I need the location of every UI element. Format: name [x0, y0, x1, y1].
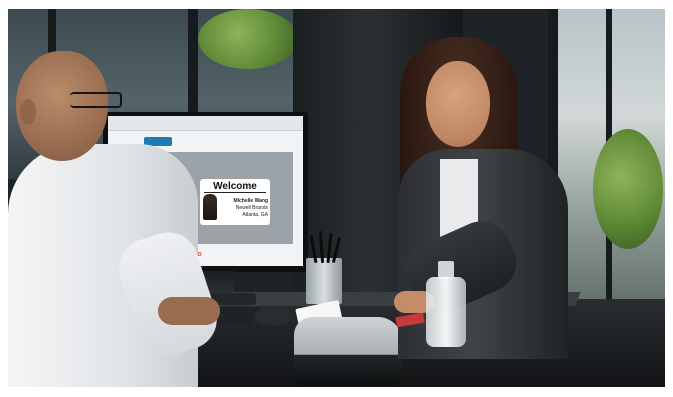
background-foliage [198, 9, 298, 69]
pen-cup [306, 258, 342, 304]
label-title: Welcome [213, 181, 257, 192]
badge-photo [203, 194, 217, 220]
hand-sanitizer-bottle [426, 277, 466, 347]
man-ear [20, 99, 36, 125]
label-company: Newell Brands [235, 205, 268, 211]
name-badge-label: Welcome Michelle Wang Newell Brands Atla… [200, 179, 270, 225]
photo-scene: Welcome Michelle Wang Newell Brands Atla… [8, 9, 665, 387]
software-toolbar [108, 116, 303, 131]
man-hands [158, 297, 220, 325]
woman-face [426, 61, 490, 147]
background-plant [593, 129, 663, 249]
computer-mouse [254, 307, 292, 325]
label-divider [204, 192, 266, 193]
label-name: Michelle Wang [233, 198, 268, 204]
label-printer [294, 317, 402, 385]
label-location: Atlanta, GA [242, 212, 268, 218]
eyeglasses [70, 92, 122, 108]
